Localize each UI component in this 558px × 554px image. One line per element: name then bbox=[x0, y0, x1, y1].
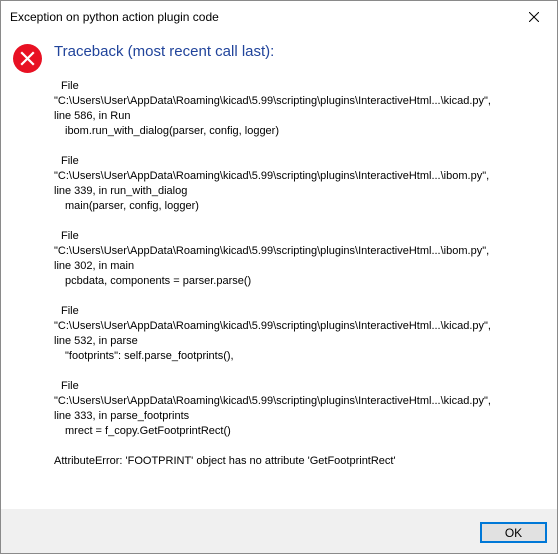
frame-code: mrect = f_copy.GetFootprintRect() bbox=[65, 425, 231, 437]
dialog-content: Traceback (most recent call last): File … bbox=[1, 32, 557, 509]
frame-file-path: "C:\Users\User\AppData\Roaming\kicad\5.9… bbox=[54, 95, 491, 107]
frame-file-path: "C:\Users\User\AppData\Roaming\kicad\5.9… bbox=[54, 245, 490, 257]
traceback-frame: File "C:\Users\User\AppData\Roaming\kica… bbox=[54, 154, 549, 214]
frame-location: line 532, in parse bbox=[54, 335, 138, 347]
frame-code: ibom.run_with_dialog(parser, config, log… bbox=[65, 125, 280, 137]
frame-file-label: File bbox=[61, 305, 79, 317]
traceback-body: File "C:\Users\User\AppData\Roaming\kica… bbox=[54, 79, 549, 469]
frame-location: line 586, in Run bbox=[54, 110, 131, 122]
frame-location: line 339, in run_with_dialog bbox=[54, 185, 188, 197]
close-icon bbox=[529, 11, 539, 22]
frame-file-label: File bbox=[61, 80, 79, 92]
frame-code: pcbdata, components = parser.parse() bbox=[65, 275, 252, 287]
error-icon bbox=[13, 44, 42, 73]
frame-file-path: "C:\Users\User\AppData\Roaming\kicad\5.9… bbox=[54, 170, 490, 182]
frame-code: main(parser, config, logger) bbox=[65, 200, 199, 212]
exception-dialog: Exception on python action plugin code T… bbox=[0, 0, 558, 554]
frame-file-label: File bbox=[61, 380, 79, 392]
ok-button[interactable]: OK bbox=[480, 522, 547, 543]
frame-file-path: "C:\Users\User\AppData\Roaming\kicad\5.9… bbox=[54, 320, 491, 332]
frame-file-path: "C:\Users\User\AppData\Roaming\kicad\5.9… bbox=[54, 395, 491, 407]
dialog-footer: OK bbox=[1, 509, 557, 553]
frame-code: "footprints": self.parse_footprints(), bbox=[65, 350, 234, 362]
frame-file-label: File bbox=[61, 155, 79, 167]
close-button[interactable] bbox=[511, 1, 557, 32]
traceback-frame: File "C:\Users\User\AppData\Roaming\kica… bbox=[54, 304, 549, 364]
traceback-frame: File "C:\Users\User\AppData\Roaming\kica… bbox=[54, 379, 549, 439]
frame-location: line 333, in parse_footprints bbox=[54, 410, 190, 422]
traceback-heading: Traceback (most recent call last): bbox=[54, 43, 275, 60]
error-message: AttributeError: 'FOOTPRINT' object has n… bbox=[54, 455, 396, 467]
window-title: Exception on python action plugin code bbox=[10, 10, 219, 24]
traceback-frame: File "C:\Users\User\AppData\Roaming\kica… bbox=[54, 79, 549, 139]
frame-location: line 302, in main bbox=[54, 260, 135, 272]
title-bar[interactable]: Exception on python action plugin code bbox=[1, 1, 557, 32]
traceback-frame: File "C:\Users\User\AppData\Roaming\kica… bbox=[54, 229, 549, 289]
frame-file-label: File bbox=[61, 230, 79, 242]
